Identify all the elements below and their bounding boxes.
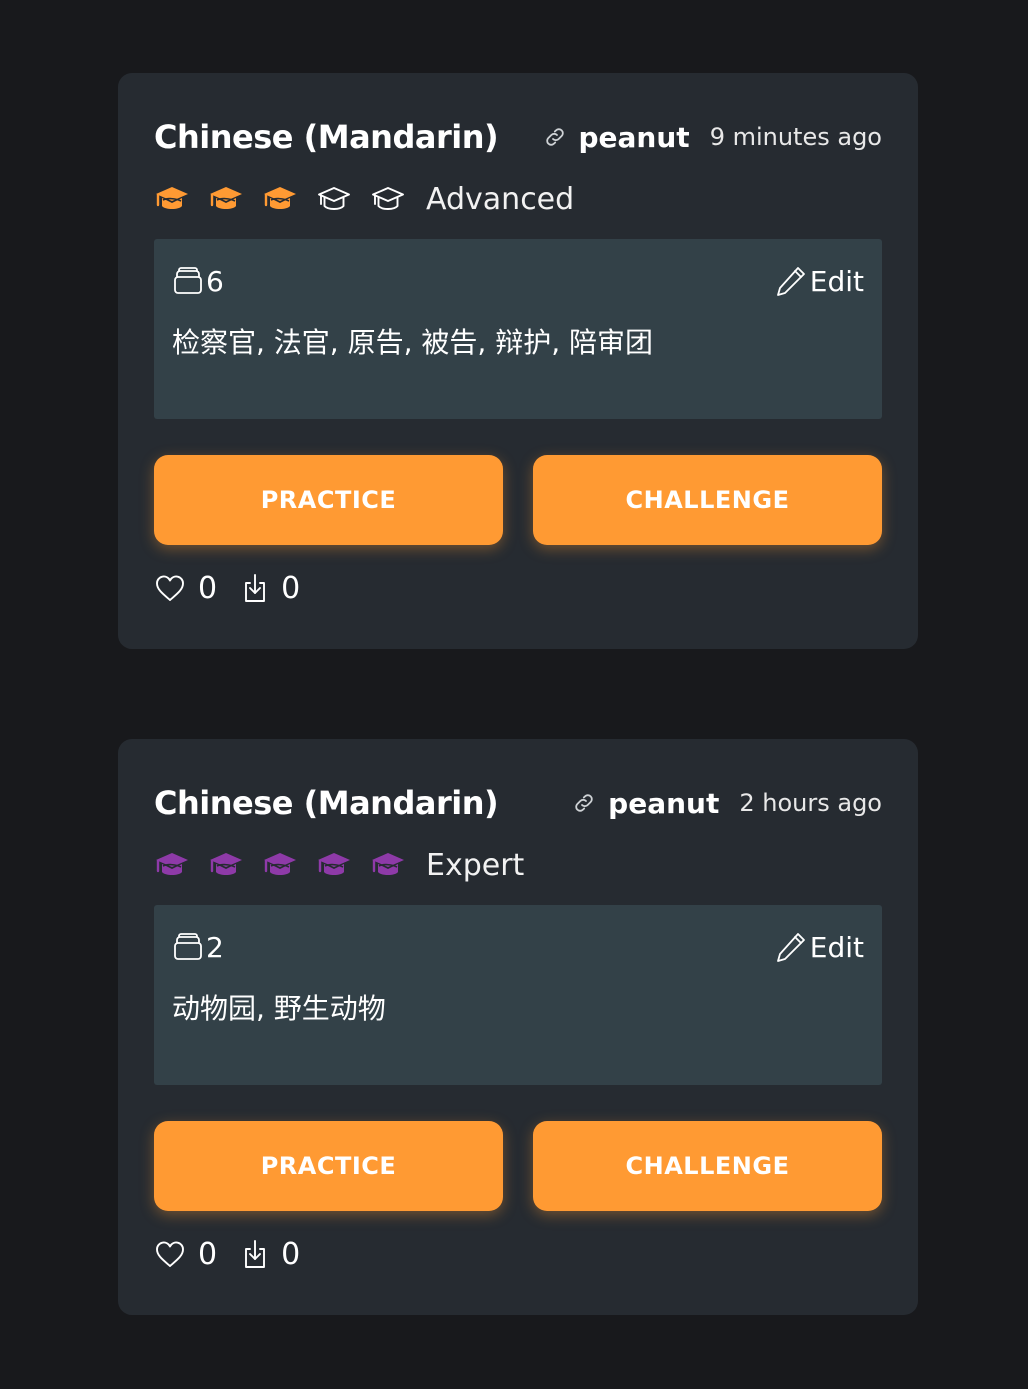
download-count: 0: [281, 1236, 301, 1272]
difficulty-level: Expert: [154, 845, 882, 885]
graduation-cap-outline-icon: [318, 187, 350, 210]
difficulty-caps: [154, 847, 424, 883]
like-count: 0: [198, 1236, 218, 1272]
deck-card: Chinese (Mandarin) peanut 9 minutes ago …: [118, 73, 918, 649]
graduation-cap-filled-icon: [156, 187, 188, 209]
cards-stack-icon: [174, 267, 202, 294]
action-buttons: PRACTICE CHALLENGE: [154, 1121, 882, 1211]
timestamp: 2 hours ago: [739, 789, 882, 817]
like-stat[interactable]: 0: [154, 1237, 217, 1272]
pencil-icon: [776, 933, 805, 962]
card-header: Chinese (Mandarin) peanut 2 hours ago: [154, 781, 882, 825]
deck-title: Chinese (Mandarin): [154, 784, 499, 822]
word-count: 2: [172, 931, 224, 964]
graduation-cap-filled-icon: [210, 853, 242, 875]
word-list-panel: 2 Edit 动物园, 野生动物: [154, 905, 882, 1085]
download-icon: [245, 574, 266, 602]
like-stat[interactable]: 0: [154, 571, 217, 606]
graduation-cap-filled-icon: [264, 853, 296, 875]
challenge-button[interactable]: CHALLENGE: [533, 455, 882, 545]
card-meta: peanut 9 minutes ago: [543, 121, 882, 154]
word-list: 动物园, 野生动物: [172, 992, 386, 1025]
difficulty-caps: [154, 181, 424, 217]
difficulty-label: Advanced: [426, 181, 575, 217]
edit-button[interactable]: Edit: [774, 264, 864, 298]
heart-icon: [156, 1241, 184, 1267]
download-count: 0: [281, 570, 301, 606]
author-name[interactable]: peanut: [579, 121, 690, 154]
like-count: 0: [198, 570, 218, 606]
word-count-value: 2: [206, 930, 224, 964]
heart-icon: [156, 575, 184, 601]
cards-stack-icon: [174, 933, 202, 960]
word-count: 6: [172, 265, 224, 298]
deck-card: Chinese (Mandarin) peanut 2 hours ago Ex…: [118, 739, 918, 1315]
pencil-icon: [776, 267, 805, 296]
download-stat[interactable]: 0: [241, 571, 300, 606]
author-name[interactable]: peanut: [608, 787, 719, 820]
card-meta: peanut 2 hours ago: [572, 787, 882, 820]
card-stats: 0 0: [154, 571, 882, 606]
edit-button[interactable]: Edit: [774, 930, 864, 964]
word-list-header: 6 Edit: [172, 239, 864, 301]
graduation-cap-filled-icon: [264, 187, 296, 209]
card-header: Chinese (Mandarin) peanut 9 minutes ago: [154, 115, 882, 159]
word-list-header: 2 Edit: [172, 905, 864, 967]
edit-label: Edit: [809, 930, 864, 964]
difficulty-level: Advanced: [154, 179, 882, 219]
timestamp: 9 minutes ago: [709, 123, 882, 151]
link-icon[interactable]: [543, 125, 567, 149]
word-count-value: 6: [206, 264, 224, 298]
graduation-cap-outline-icon: [372, 187, 404, 210]
graduation-cap-filled-icon: [372, 853, 404, 875]
graduation-cap-filled-icon: [210, 187, 242, 209]
practice-button[interactable]: PRACTICE: [154, 1121, 503, 1211]
download-stat[interactable]: 0: [241, 1237, 300, 1272]
download-icon: [245, 1240, 266, 1268]
word-list-panel: 6 Edit 检察官, 法官, 原告, 被告, 辩护, 陪审团: [154, 239, 882, 419]
edit-label: Edit: [809, 264, 864, 298]
graduation-cap-filled-icon: [156, 853, 188, 875]
practice-button[interactable]: PRACTICE: [154, 455, 503, 545]
difficulty-label: Expert: [426, 847, 525, 883]
action-buttons: PRACTICE CHALLENGE: [154, 455, 882, 545]
link-icon[interactable]: [572, 791, 596, 815]
word-list: 检察官, 法官, 原告, 被告, 辩护, 陪审团: [172, 326, 654, 359]
graduation-cap-filled-icon: [318, 853, 350, 875]
challenge-button[interactable]: CHALLENGE: [533, 1121, 882, 1211]
card-stats: 0 0: [154, 1237, 882, 1272]
deck-title: Chinese (Mandarin): [154, 118, 499, 156]
